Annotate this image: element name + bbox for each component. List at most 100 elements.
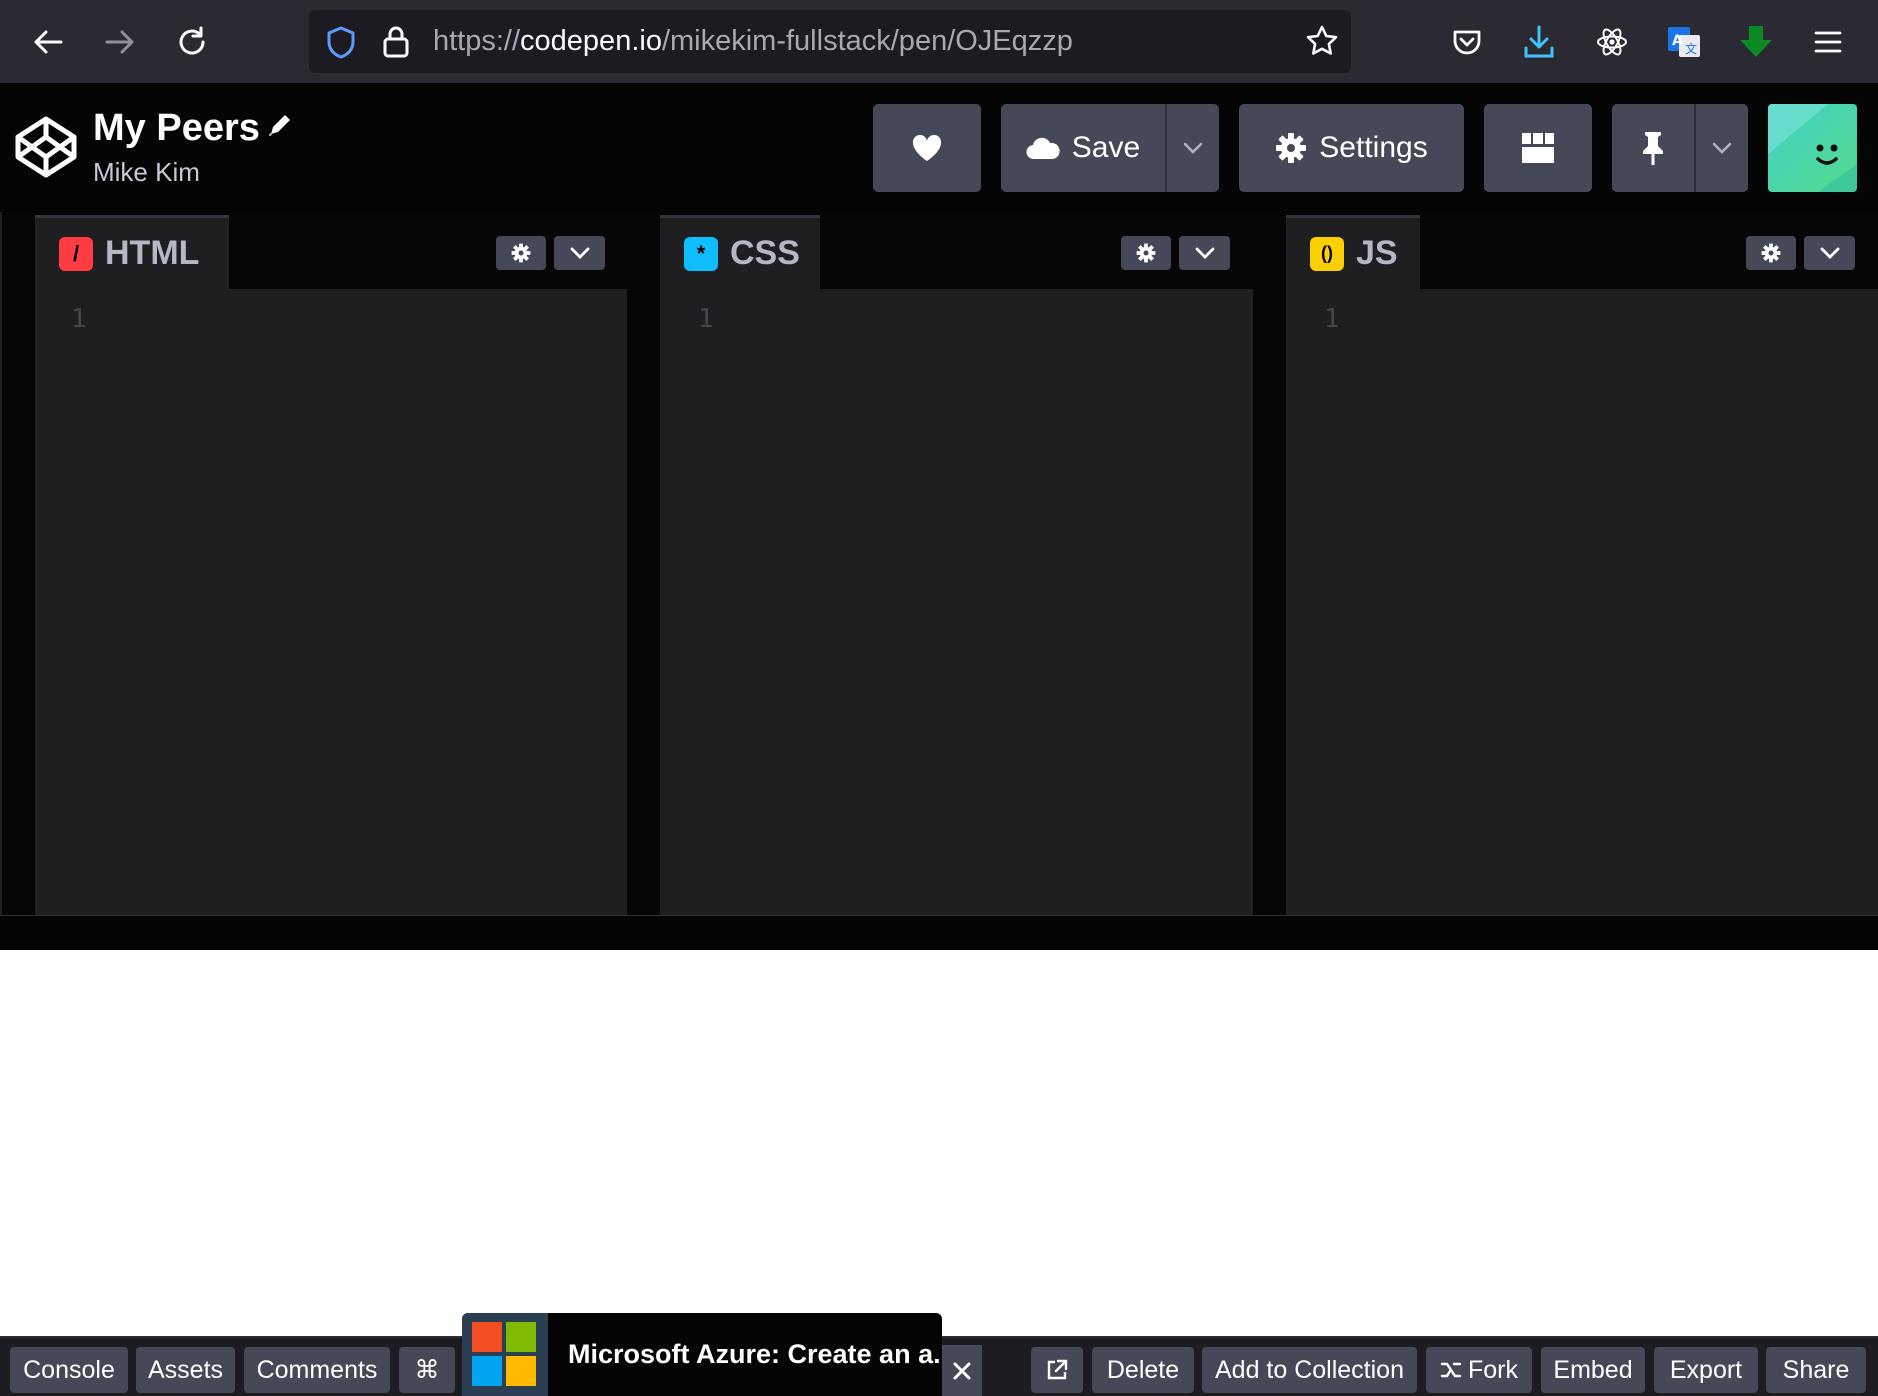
close-icon (953, 1362, 971, 1379)
line-number: 1 (698, 304, 714, 334)
chevron-down-icon (1820, 247, 1839, 259)
browser-toolbar: https://codepen.io/mikekim-fullstack/pen… (0, 0, 1878, 83)
export-button[interactable]: Export (1654, 1347, 1758, 1393)
embed-button[interactable]: Embed (1541, 1347, 1645, 1393)
forward-arrow-icon[interactable] (90, 14, 150, 70)
line-number: 1 (1324, 304, 1340, 334)
css-badge-icon: * (684, 236, 718, 271)
pin-icon (1643, 132, 1663, 165)
svg-text:文: 文 (1685, 41, 1697, 56)
html-settings-button[interactable] (496, 236, 546, 270)
console-label: Console (23, 1355, 115, 1384)
hamburger-menu-icon[interactable] (1804, 18, 1852, 66)
chevron-down-icon (1183, 142, 1203, 154)
add-to-collection-button[interactable]: Add to Collection (1202, 1347, 1417, 1393)
star-icon[interactable] (1305, 24, 1339, 63)
pocket-icon[interactable] (1443, 18, 1491, 66)
gear-icon (1276, 133, 1307, 163)
settings-button[interactable]: Settings (1239, 104, 1464, 192)
html-editor-panel: / HTML 1 (35, 212, 627, 915)
js-badge-glyph: () (1321, 243, 1333, 263)
comments-label: Comments (256, 1355, 378, 1384)
sponsored-ad[interactable]: Microsoft Azure: Create an a... (462, 1313, 942, 1396)
editor-area: / HTML 1 * CSS 1 () JS 1 (0, 212, 1878, 915)
close-ad-button[interactable] (942, 1345, 982, 1396)
microsoft-logo-icon (472, 1322, 536, 1386)
gear-icon (511, 243, 531, 263)
chevron-down-icon (1195, 247, 1214, 259)
css-collapse-button[interactable] (1179, 236, 1230, 270)
react-devtools-icon[interactable] (1588, 18, 1636, 66)
url-path: /mikekim-fullstack/pen/OJEqzzp (661, 25, 1073, 57)
css-badge-glyph: * (696, 240, 706, 266)
fork-button[interactable]: Fork (1426, 1347, 1532, 1393)
js-editor-tab[interactable]: () JS (1286, 215, 1420, 289)
css-settings-button[interactable] (1121, 236, 1171, 270)
url-text[interactable]: https://codepen.io/mikekim-fullstack/pen… (433, 10, 1073, 73)
js-collapse-button[interactable] (1804, 236, 1855, 270)
heart-icon (912, 134, 942, 161)
translate-icon[interactable]: A文 (1660, 18, 1708, 66)
pencil-edit-icon[interactable] (266, 111, 294, 144)
share-button[interactable]: Share (1766, 1347, 1866, 1393)
pen-author[interactable]: Mike Kim (93, 157, 200, 188)
fork-icon (1440, 1362, 1462, 1378)
js-tab-label: JS (1356, 234, 1398, 272)
html-collapse-button[interactable] (554, 236, 605, 270)
assets-label: Assets (147, 1355, 224, 1384)
layout-button[interactable] (1484, 104, 1592, 192)
html-tab-label: HTML (105, 234, 200, 272)
css-code-area[interactable] (660, 289, 1253, 915)
console-button[interactable]: Console (10, 1347, 128, 1393)
address-bar[interactable]: https://codepen.io/mikekim-fullstack/pen… (309, 10, 1351, 73)
layout-icon (1522, 133, 1554, 163)
like-button[interactable] (873, 104, 981, 192)
cloud-icon (1026, 137, 1060, 160)
js-settings-button[interactable] (1746, 236, 1796, 270)
save-button[interactable]: Save (1001, 104, 1165, 192)
command-icon: ⌘ (414, 1356, 440, 1384)
line-number: 1 (71, 304, 87, 334)
chevron-down-icon (570, 247, 589, 259)
avatar[interactable] (1768, 104, 1857, 192)
pen-title[interactable]: My Peers (93, 107, 260, 150)
css-tab-label: CSS (730, 234, 800, 272)
download-icon[interactable] (1515, 18, 1563, 66)
save-options-button[interactable] (1167, 104, 1219, 192)
embed-label: Embed (1553, 1355, 1633, 1384)
html-code-area[interactable] (35, 289, 627, 915)
codepen-logo-icon[interactable] (14, 115, 78, 184)
export-label: Export (1669, 1355, 1743, 1384)
ad-logo-background (462, 1313, 548, 1396)
url-scheme: https:// (433, 25, 521, 57)
external-link-icon (1047, 1359, 1068, 1380)
open-external-button[interactable] (1031, 1347, 1083, 1393)
url-domain: codepen.io (520, 25, 662, 57)
html-editor-tab[interactable]: / HTML (35, 215, 229, 289)
green-download-icon[interactable] (1732, 18, 1780, 66)
assets-button[interactable]: Assets (136, 1347, 235, 1393)
comments-button[interactable]: Comments (244, 1347, 390, 1393)
delete-button[interactable]: Delete (1092, 1347, 1194, 1393)
gear-icon (1136, 243, 1156, 263)
js-code-area[interactable] (1286, 289, 1878, 915)
reload-icon[interactable] (162, 14, 222, 70)
chevron-down-icon (1712, 142, 1732, 154)
delete-label: Delete (1106, 1355, 1180, 1384)
css-editor-tab[interactable]: * CSS (660, 215, 820, 289)
keyboard-shortcuts-button[interactable]: ⌘ (399, 1347, 455, 1393)
ad-text[interactable]: Microsoft Azure: Create an a... (568, 1313, 942, 1396)
settings-label: Settings (1319, 131, 1428, 164)
result-preview[interactable] (0, 950, 1878, 1336)
back-arrow-icon[interactable] (18, 14, 78, 70)
save-label: Save (1071, 131, 1141, 164)
resize-gutter[interactable] (0, 915, 1878, 950)
fork-label: Fork (1468, 1355, 1518, 1384)
shield-icon[interactable] (325, 25, 357, 64)
js-badge-icon: () (1310, 236, 1344, 271)
lock-icon[interactable] (381, 25, 411, 64)
svg-text:A: A (1672, 33, 1683, 49)
pin-button[interactable] (1612, 104, 1694, 192)
pin-options-button[interactable] (1696, 104, 1748, 192)
codepen-header: My Peers Mike Kim Save Settings (0, 83, 1878, 212)
